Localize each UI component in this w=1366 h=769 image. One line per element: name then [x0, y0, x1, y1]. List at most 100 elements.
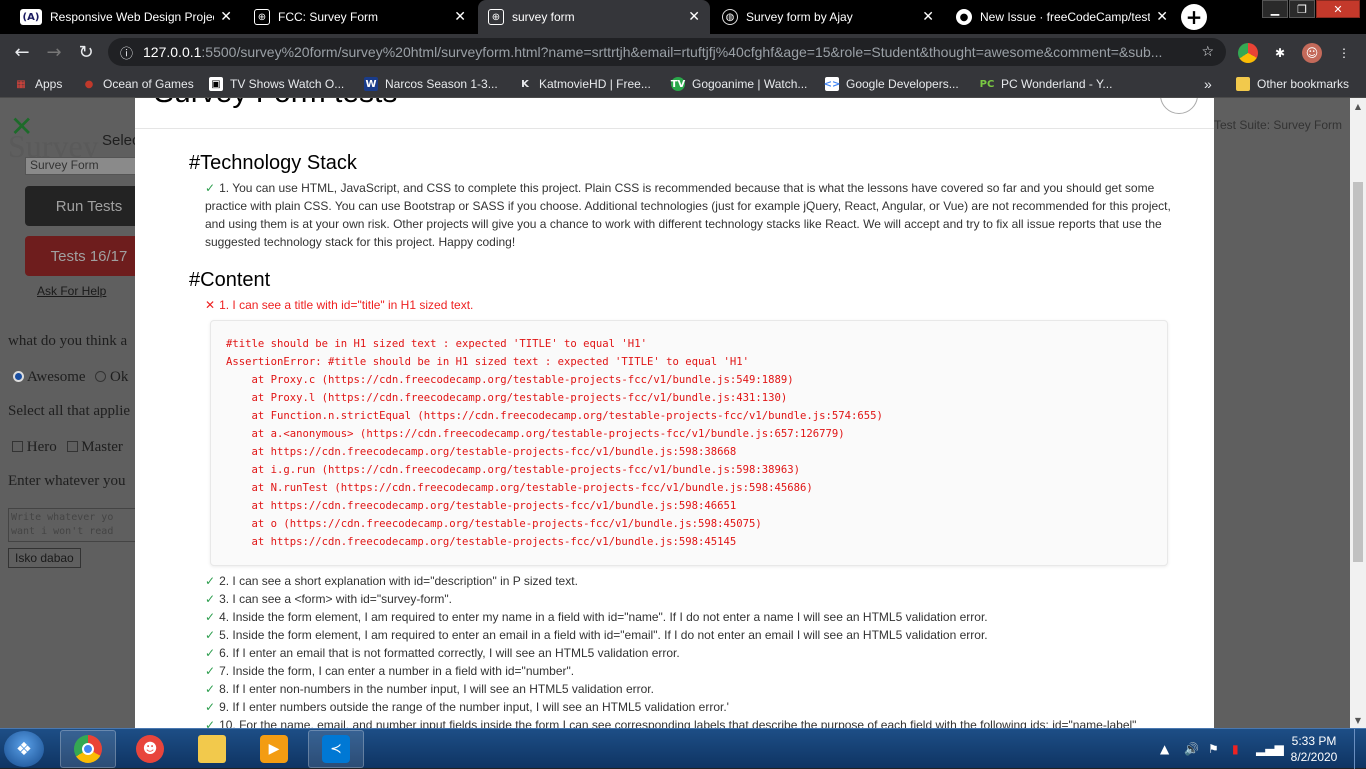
checkmark-icon: ✓ — [205, 628, 216, 642]
site-info-icon[interactable]: ⓘ — [120, 43, 133, 62]
test-text: 9. If I enter numbers outside the range … — [219, 700, 729, 714]
bookmark-label: Apps — [35, 77, 63, 91]
scrollbar-thumb[interactable] — [1353, 182, 1363, 562]
bookmark-apps[interactable]: ▦ Apps — [14, 70, 62, 98]
question-thought: what do you think a — [8, 333, 128, 349]
action-center-flag-icon[interactable]: ⚑ — [1208, 729, 1219, 769]
address-bar[interactable]: ⓘ 127.0.0.1:5500/survey%20form/survey%20… — [108, 38, 1226, 66]
maximize-icon[interactable]: ❐ — [1289, 0, 1315, 18]
taskbar-vscode[interactable]: ≺ — [308, 730, 364, 768]
bookmark-google-developers[interactable]: <> Google Developers... — [823, 70, 959, 98]
checkbox-group: Hero Master — [12, 439, 123, 456]
test-item-pass: ✓ 4. Inside the form element, I am requir… — [205, 608, 1177, 626]
ask-for-help-link[interactable]: Ask For Help — [37, 284, 106, 298]
error-line: at https://cdn.freecodecamp.org/testable… — [226, 536, 737, 548]
taskbar-chrome[interactable] — [60, 730, 116, 768]
checkmark-icon: ✓ — [205, 700, 216, 714]
textarea-placeholder: Write whatever yo — [11, 512, 114, 523]
minimize-icon[interactable]: ▁ — [1262, 0, 1288, 18]
bookmark-katmoviehd[interactable]: K KatmovieHD | Free... — [518, 70, 651, 98]
tab-label: Survey form by Ajay — [746, 10, 853, 24]
close-tab-icon[interactable]: ✕ — [220, 9, 232, 25]
google-dev-icon: <> — [823, 77, 841, 91]
test-item-pass: ✓ 10. For the name, email, and number inp… — [205, 716, 1177, 728]
show-desktop-button[interactable] — [1354, 729, 1366, 769]
checkmark-icon: ✓ — [205, 592, 216, 606]
run-tests-button[interactable]: Run Tests — [25, 186, 153, 226]
bookmark-star-icon[interactable]: ☆ — [1201, 44, 1214, 60]
taskbar-explorer[interactable] — [184, 730, 240, 768]
radio-ok[interactable] — [95, 371, 107, 382]
test-text: 6. If I enter an email that is not forma… — [219, 646, 680, 660]
bookmark-narcos[interactable]: W Narcos Season 1-3... — [364, 70, 498, 98]
error-stack-box: #title should be in H1 sized text : expe… — [210, 320, 1168, 566]
reload-icon[interactable]: ↻ — [74, 40, 98, 64]
close-tab-icon[interactable]: ✕ — [922, 9, 934, 25]
error-line: at i.g.run (https://cdn.freecodecamp.org… — [226, 464, 801, 476]
clock-time: 5:33 PM — [1291, 734, 1337, 748]
tab-new-issue[interactable]: ● New Issue · freeCodeCamp/test ✕ — [946, 0, 1178, 34]
tray-show-hidden-icon[interactable]: ▲ — [1160, 729, 1169, 769]
test-item-pass: ✓ 9. If I enter numbers outside the range… — [205, 698, 1177, 716]
network-signal-icon[interactable]: ▂▄▆ — [1256, 729, 1284, 769]
checkbox-hero[interactable] — [12, 441, 23, 452]
question-comment: Enter whatever you — [8, 473, 126, 489]
puzzle-extensions-icon[interactable]: ✱ — [1270, 43, 1290, 63]
test-text: 10. For the name, email, and number inpu… — [219, 718, 1137, 728]
more-bookmarks-chevron-icon[interactable]: » — [1204, 70, 1212, 98]
error-line: at https://cdn.freecodecamp.org/testable… — [226, 446, 737, 458]
radio-group: Awesome Ok — [13, 369, 128, 386]
close-tab-icon[interactable]: ✕ — [688, 9, 700, 25]
forward-arrow-icon[interactable]: → — [42, 40, 66, 64]
taskbar-app-red[interactable]: ☻ — [122, 730, 178, 768]
modal-close-button[interactable] — [1160, 98, 1198, 114]
new-tab-button[interactable]: + — [1181, 4, 1207, 30]
tab-responsive-web-design[interactable]: (A) Responsive Web Design Project ✕ — [10, 0, 242, 34]
bookmark-tv-shows[interactable]: ▣ TV Shows Watch O... — [209, 70, 344, 98]
tab-survey-form[interactable]: ⊕ survey form ✕ — [478, 0, 710, 34]
tab-fcc-survey-form[interactable]: ⊕ FCC: Survey Form ✕ — [244, 0, 476, 34]
close-window-icon[interactable]: ✕ — [1316, 0, 1360, 18]
tab-survey-form-by-ajay[interactable]: ◍ Survey form by Ajay ✕ — [712, 0, 944, 34]
checkbox-master[interactable] — [66, 441, 78, 452]
profile-avatar[interactable]: ☺ — [1302, 43, 1322, 63]
back-arrow-icon[interactable]: ← — [10, 40, 34, 64]
checkmark-icon: ✓ — [205, 181, 216, 195]
menu-kebab-icon[interactable]: ⋮ — [1334, 43, 1354, 63]
bookmark-label: PC Wonderland - Y... — [1001, 77, 1113, 91]
tv-green-icon: TV — [670, 77, 686, 91]
apps-grid-icon: ▦ — [16, 78, 26, 90]
bookmark-label: KatmovieHD | Free... — [539, 77, 651, 91]
bookmark-pc-wonderland[interactable]: PC PC Wonderland - Y... — [980, 70, 1113, 98]
close-tab-icon[interactable]: ✕ — [454, 9, 466, 25]
other-bookmarks[interactable]: Other bookmarks — [1236, 70, 1349, 98]
taskbar-clock[interactable]: 5:33 PM 8/2/2020 — [1282, 733, 1346, 765]
error-line: at o (https://cdn.freecodecamp.org/testa… — [226, 518, 762, 530]
radio-awesome[interactable] — [13, 371, 24, 382]
test-item-fail: ✕ 1. I can see a title with id="title" in… — [205, 296, 1177, 314]
fcc-icon: ⊕ — [488, 9, 504, 25]
bookmark-ocean-of-games[interactable]: ● Ocean of Games — [82, 70, 194, 98]
checkbox-label: Master — [81, 439, 123, 455]
scroll-down-arrow-icon[interactable]: ▼ — [1350, 712, 1366, 728]
taskbar-media[interactable]: ▶ — [246, 730, 302, 768]
select-label: Selec — [102, 132, 140, 149]
windows-start-icon[interactable]: ❖ — [4, 731, 44, 767]
modal-header: Survey Form tests — [135, 98, 1214, 129]
tab-label: survey form — [512, 10, 575, 24]
volume-icon[interactable]: 🔊 — [1184, 729, 1199, 769]
page-scrollbar[interactable]: ▲ ▼ — [1350, 98, 1366, 728]
close-tab-icon[interactable]: ✕ — [1156, 9, 1168, 25]
right-background: Test Suite: Survey Form — [1214, 98, 1350, 728]
extension-icon[interactable] — [1238, 43, 1258, 63]
submit-button[interactable]: Isko dabao — [8, 548, 81, 568]
comment-textarea[interactable]: Write whatever yo want i won't read — [8, 508, 143, 542]
media-icon: ▶ — [260, 735, 288, 763]
battery-icon[interactable]: ▮ — [1232, 729, 1239, 769]
bookmark-gogoanime[interactable]: TV Gogoanime | Watch... — [671, 70, 807, 98]
test-suite-select[interactable]: Survey Form — [25, 157, 140, 175]
fcc-a-icon: (A) — [20, 9, 42, 25]
scroll-up-arrow-icon[interactable]: ▲ — [1350, 98, 1366, 114]
tests-count-button[interactable]: Tests 16/17 — [25, 236, 153, 276]
tab-label: Responsive Web Design Project — [50, 10, 215, 24]
